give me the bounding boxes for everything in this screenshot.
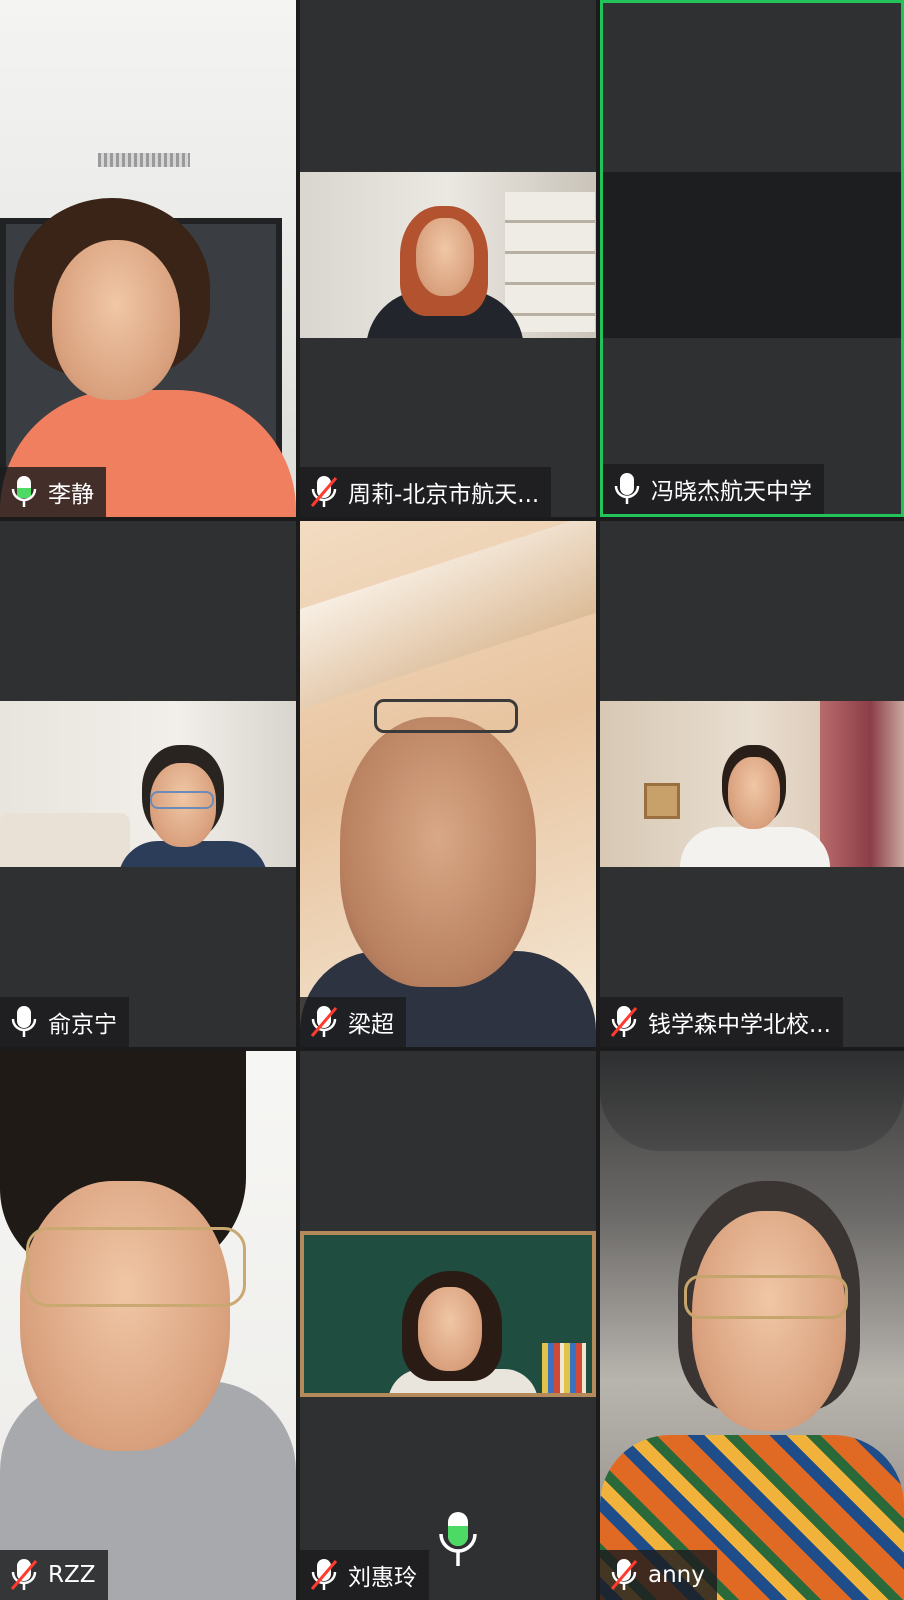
glasses-on-head <box>374 699 518 733</box>
video-feed <box>600 701 904 867</box>
microphone-muted-icon <box>310 1559 338 1590</box>
picture-frame <box>644 783 680 819</box>
video-feed <box>0 701 296 867</box>
shelves <box>505 192 595 332</box>
name-tag: 冯晓杰航天中学 <box>603 464 824 514</box>
video-feed <box>300 521 596 1047</box>
participant-tile-rzz[interactable]: RZZ <box>0 1051 296 1600</box>
name-tag: 李静 <box>0 467 106 517</box>
participant-name: 周莉-北京市航天... <box>348 482 540 508</box>
microphone-muted-icon <box>310 1006 338 1037</box>
mic-speaking-icon <box>439 1512 477 1566</box>
head <box>340 717 536 987</box>
name-tag: anny <box>600 1550 717 1600</box>
participant-name: 钱学森中学北校... <box>648 1012 831 1038</box>
face <box>692 1211 846 1431</box>
glasses <box>684 1275 848 1319</box>
participant-name: 冯晓杰航天中学 <box>651 479 812 505</box>
video-feed <box>0 1051 296 1600</box>
microphone-icon <box>11 476 37 507</box>
name-tag: 钱学森中学北校... <box>600 997 843 1047</box>
microphone-muted-icon <box>610 1559 638 1590</box>
books <box>542 1343 586 1393</box>
participant-tile-feng-xiaojie[interactable]: 冯晓杰航天中学 <box>600 0 904 517</box>
face <box>728 757 780 829</box>
face <box>418 1287 482 1371</box>
microphone-icon <box>11 1006 37 1037</box>
participant-name: 俞京宁 <box>48 1012 117 1038</box>
microphone-icon <box>614 473 640 504</box>
face <box>416 218 474 296</box>
video-feed <box>600 1051 904 1600</box>
participant-name: 刘惠玲 <box>348 1565 417 1591</box>
participant-name: RZZ <box>48 1562 96 1588</box>
video-feed <box>300 172 596 338</box>
participant-tile-zhou-li[interactable]: 周莉-北京市航天... <box>300 0 596 517</box>
face <box>52 240 180 400</box>
curtain <box>820 701 904 867</box>
participant-tile-li-jing[interactable]: 李静 <box>0 0 296 517</box>
name-tag: 俞京宁 <box>0 997 129 1047</box>
participant-tile-anny[interactable]: anny <box>600 1051 904 1600</box>
video-feed <box>300 1231 596 1397</box>
ceiling-vent <box>98 153 190 167</box>
name-tag: 周莉-北京市航天... <box>300 467 552 517</box>
person <box>680 827 830 867</box>
video-feed <box>603 172 901 338</box>
name-tag: 刘惠玲 <box>300 1550 429 1600</box>
sofa <box>0 813 130 867</box>
microphone-muted-icon <box>310 476 338 507</box>
participant-name: anny <box>648 1562 705 1588</box>
ceiling-beam <box>300 521 596 710</box>
participant-tile-liang-chao[interactable]: 梁超 <box>300 521 596 1047</box>
name-tag: 梁超 <box>300 997 406 1047</box>
glasses <box>150 791 214 809</box>
participant-name: 梁超 <box>348 1012 394 1038</box>
participant-tile-yu-jingning[interactable]: 俞京宁 <box>0 521 296 1047</box>
participant-name: 李静 <box>48 482 94 508</box>
participant-tile-qian-xuesen[interactable]: 钱学森中学北校... <box>600 521 904 1047</box>
video-feed <box>0 0 296 517</box>
face <box>20 1181 230 1451</box>
microphone-muted-icon <box>610 1006 638 1037</box>
video-grid: 李静 周莉-北京市航天... 冯晓杰航天中学 俞京宁 梁超 钱学森中学北校...… <box>0 0 904 1600</box>
name-tag: RZZ <box>0 1550 108 1600</box>
car-roof <box>600 1051 904 1151</box>
glasses <box>26 1227 246 1307</box>
microphone-muted-icon <box>10 1559 38 1590</box>
